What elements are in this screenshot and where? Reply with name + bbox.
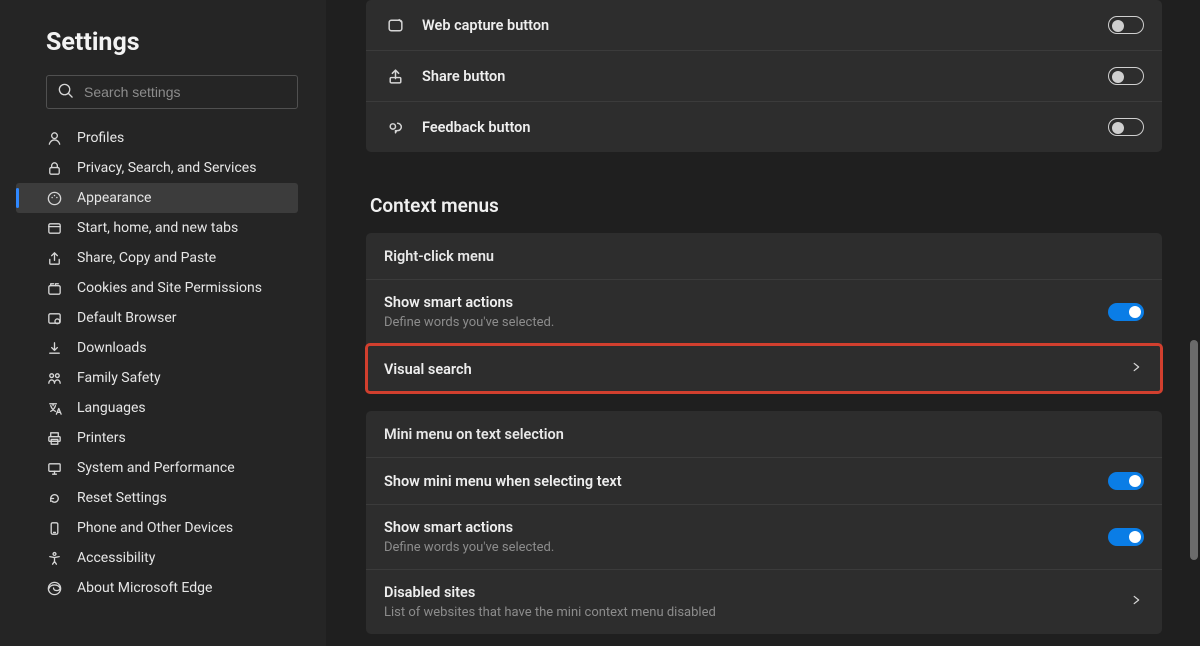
row-web-capture-button[interactable]: Web capture button bbox=[366, 0, 1162, 50]
settings-sidebar: Settings Profiles Privacy, Search, and Se… bbox=[0, 0, 326, 646]
sidebar-item-share-copy-and-paste[interactable]: Share, Copy and Paste bbox=[16, 243, 298, 273]
sidebar-item-start-home-and-new-tabs[interactable]: Start, home, and new tabs bbox=[16, 213, 298, 243]
sidebar-item-label: Appearance bbox=[77, 190, 151, 206]
toggle-share2[interactable] bbox=[1108, 67, 1144, 85]
row-show-smart-actions[interactable]: Show smart actions Define words you've s… bbox=[366, 279, 1162, 344]
sidebar-item-label: Accessibility bbox=[77, 550, 155, 566]
sidebar-item-label: Languages bbox=[77, 400, 146, 416]
row-feedback-button[interactable]: Feedback button bbox=[366, 101, 1162, 152]
palette-icon bbox=[46, 190, 63, 207]
toggle-feedback[interactable] bbox=[1108, 118, 1144, 136]
download-icon bbox=[46, 340, 63, 357]
browser-icon bbox=[46, 310, 63, 327]
sidebar-item-label: About Microsoft Edge bbox=[77, 580, 212, 596]
sidebar-item-family-safety[interactable]: Family Safety bbox=[16, 363, 298, 393]
row-disabled-sites[interactable]: Disabled sites List of websites that hav… bbox=[366, 569, 1162, 634]
mini-menu-card: Mini menu on text selection Show mini me… bbox=[366, 411, 1162, 634]
section-context-menus: Context menus bbox=[370, 194, 1162, 217]
sidebar-item-appearance[interactable]: Appearance bbox=[16, 183, 298, 213]
sidebar-item-label: Printers bbox=[77, 430, 126, 446]
search-input[interactable] bbox=[84, 84, 287, 100]
row-visual-search[interactable]: Visual search bbox=[366, 344, 1162, 393]
chevron-right-icon bbox=[1128, 359, 1144, 379]
toolbar-buttons-card: Web capture buttonShare buttonFeedback b… bbox=[366, 0, 1162, 152]
system-icon bbox=[46, 460, 63, 477]
settings-nav: Profiles Privacy, Search, and Services App… bbox=[16, 123, 298, 603]
chevron-right-icon bbox=[1128, 592, 1144, 612]
lock-icon bbox=[46, 160, 63, 177]
sidebar-item-about-microsoft-edge[interactable]: About Microsoft Edge bbox=[16, 573, 298, 603]
settings-content: Web capture buttonShare buttonFeedback b… bbox=[326, 0, 1200, 646]
scrollbar-thumb[interactable] bbox=[1190, 340, 1198, 560]
toggle-mini-smart-actions[interactable] bbox=[1108, 528, 1144, 546]
capture-icon bbox=[384, 14, 406, 36]
sidebar-item-label: Cookies and Site Permissions bbox=[77, 280, 262, 296]
search-settings[interactable] bbox=[46, 75, 298, 109]
toggle-capture[interactable] bbox=[1108, 16, 1144, 34]
sidebar-item-privacy-search-and-services[interactable]: Privacy, Search, and Services bbox=[16, 153, 298, 183]
accessibility-icon bbox=[46, 550, 63, 567]
edge-icon bbox=[46, 580, 63, 597]
sidebar-item-profiles[interactable]: Profiles bbox=[16, 123, 298, 153]
phone-icon bbox=[46, 520, 63, 537]
sidebar-item-label: Share, Copy and Paste bbox=[77, 250, 216, 266]
printer-icon bbox=[46, 430, 63, 447]
sidebar-item-printers[interactable]: Printers bbox=[16, 423, 298, 453]
profile-icon bbox=[46, 130, 63, 147]
row-mini-smart-actions[interactable]: Show smart actions Define words you've s… bbox=[366, 504, 1162, 569]
share-icon bbox=[46, 250, 63, 267]
sidebar-item-reset-settings[interactable]: Reset Settings bbox=[16, 483, 298, 513]
search-icon bbox=[57, 82, 74, 103]
right-click-menu-header: Right-click menu bbox=[366, 233, 1162, 279]
sidebar-item-label: System and Performance bbox=[77, 460, 235, 476]
sidebar-item-label: Privacy, Search, and Services bbox=[77, 160, 256, 176]
sidebar-item-phone-and-other-devices[interactable]: Phone and Other Devices bbox=[16, 513, 298, 543]
sidebar-item-system-and-performance[interactable]: System and Performance bbox=[16, 453, 298, 483]
sidebar-item-cookies-and-site-permissions[interactable]: Cookies and Site Permissions bbox=[16, 273, 298, 303]
sidebar-item-downloads[interactable]: Downloads bbox=[16, 333, 298, 363]
feedback-icon bbox=[384, 116, 406, 138]
sidebar-item-label: Start, home, and new tabs bbox=[77, 220, 238, 236]
family-icon bbox=[46, 370, 63, 387]
tabs-icon bbox=[46, 220, 63, 237]
reset-icon bbox=[46, 490, 63, 507]
sidebar-item-languages[interactable]: Languages bbox=[16, 393, 298, 423]
sidebar-item-label: Reset Settings bbox=[77, 490, 167, 506]
row-share-button[interactable]: Share button bbox=[366, 50, 1162, 101]
sidebar-item-label: Default Browser bbox=[77, 310, 177, 326]
sidebar-item-label: Family Safety bbox=[77, 370, 161, 386]
sidebar-item-accessibility[interactable]: Accessibility bbox=[16, 543, 298, 573]
sidebar-item-label: Profiles bbox=[77, 130, 124, 146]
right-click-menu-card: Right-click menu Show smart actions Defi… bbox=[366, 233, 1162, 393]
cookies-icon bbox=[46, 280, 63, 297]
sidebar-item-label: Phone and Other Devices bbox=[77, 520, 233, 536]
language-icon bbox=[46, 400, 63, 417]
toggle-smart-actions[interactable] bbox=[1108, 303, 1144, 321]
page-title: Settings bbox=[46, 28, 298, 57]
share2-icon bbox=[384, 65, 406, 87]
row-show-mini-menu[interactable]: Show mini menu when selecting text bbox=[366, 457, 1162, 504]
mini-menu-header: Mini menu on text selection bbox=[366, 411, 1162, 457]
sidebar-item-label: Downloads bbox=[77, 340, 147, 356]
toggle-mini-menu[interactable] bbox=[1108, 472, 1144, 490]
sidebar-item-default-browser[interactable]: Default Browser bbox=[16, 303, 298, 333]
